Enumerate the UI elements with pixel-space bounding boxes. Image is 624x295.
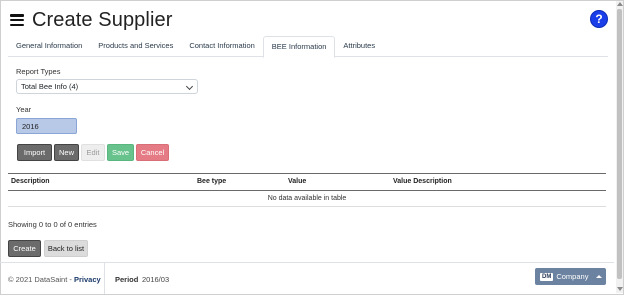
- import-button[interactable]: Import: [17, 144, 52, 161]
- page-title: Create Supplier: [32, 8, 173, 31]
- bee-info-table: Description Bee type Value Value Descrip…: [8, 173, 606, 207]
- scroll-up-icon[interactable]: [617, 2, 623, 6]
- report-types-value: Total Bee Info (4): [21, 82, 79, 91]
- tab-contact-information[interactable]: Contact Information: [181, 36, 262, 56]
- create-button[interactable]: Create: [8, 240, 41, 257]
- menu-icon[interactable]: [10, 14, 24, 26]
- copyright: © 2021 DataSaint - Privacy: [8, 275, 101, 284]
- period-value: 2016/03: [142, 275, 170, 284]
- entries-info: Showing 0 to 0 of 0 entries: [8, 220, 97, 229]
- year-input[interactable]: 2016: [16, 118, 77, 134]
- back-to-list-button[interactable]: Back to list: [44, 240, 88, 257]
- table-header: Description Bee type Value Value Descrip…: [8, 173, 606, 191]
- report-types-label: Report Types: [16, 67, 61, 76]
- empty-table-message: No data available in table: [267, 195, 347, 202]
- table-row: No data available in table: [8, 191, 606, 207]
- column-header-description[interactable]: Description: [11, 178, 50, 185]
- save-button[interactable]: Save: [107, 144, 134, 161]
- privacy-link[interactable]: Privacy: [74, 275, 101, 284]
- copyright-text: © 2021 DataSaint -: [8, 275, 74, 284]
- column-header-value[interactable]: Value: [288, 178, 306, 185]
- company-label: Company: [556, 272, 589, 281]
- cancel-button[interactable]: Cancel: [136, 144, 169, 161]
- new-button[interactable]: New: [54, 144, 79, 161]
- year-label: Year: [16, 105, 32, 114]
- vertical-scrollbar[interactable]: [616, 1, 623, 293]
- footer-divider: [104, 263, 105, 294]
- caret-up-icon: [596, 275, 602, 278]
- period-label: Period: [115, 275, 139, 284]
- scroll-down-icon[interactable]: [617, 287, 623, 291]
- dm-badge: DM: [540, 272, 554, 281]
- chevron-down-icon: [185, 82, 194, 91]
- page-header: Create Supplier: [10, 6, 172, 34]
- column-header-value-description[interactable]: Value Description: [393, 178, 452, 185]
- column-header-bee-type[interactable]: Bee type: [197, 178, 226, 185]
- tab-products-and-services[interactable]: Products and Services: [90, 36, 181, 56]
- report-types-select[interactable]: Total Bee Info (4): [16, 79, 198, 94]
- help-icon[interactable]: ?: [590, 10, 608, 28]
- tab-attributes[interactable]: Attributes: [335, 36, 383, 56]
- tab-general-information[interactable]: General Information: [8, 36, 90, 56]
- tab-bee-information[interactable]: BEE Information: [262, 36, 336, 58]
- scrollbar-thumb[interactable]: [617, 9, 622, 279]
- tab-bar: General Information Products and Service…: [8, 36, 608, 58]
- footer: © 2021 DataSaint - Privacy Period 2016/0…: [0, 262, 614, 294]
- company-button[interactable]: DM Company: [535, 268, 606, 285]
- edit-button[interactable]: Edit: [81, 144, 105, 161]
